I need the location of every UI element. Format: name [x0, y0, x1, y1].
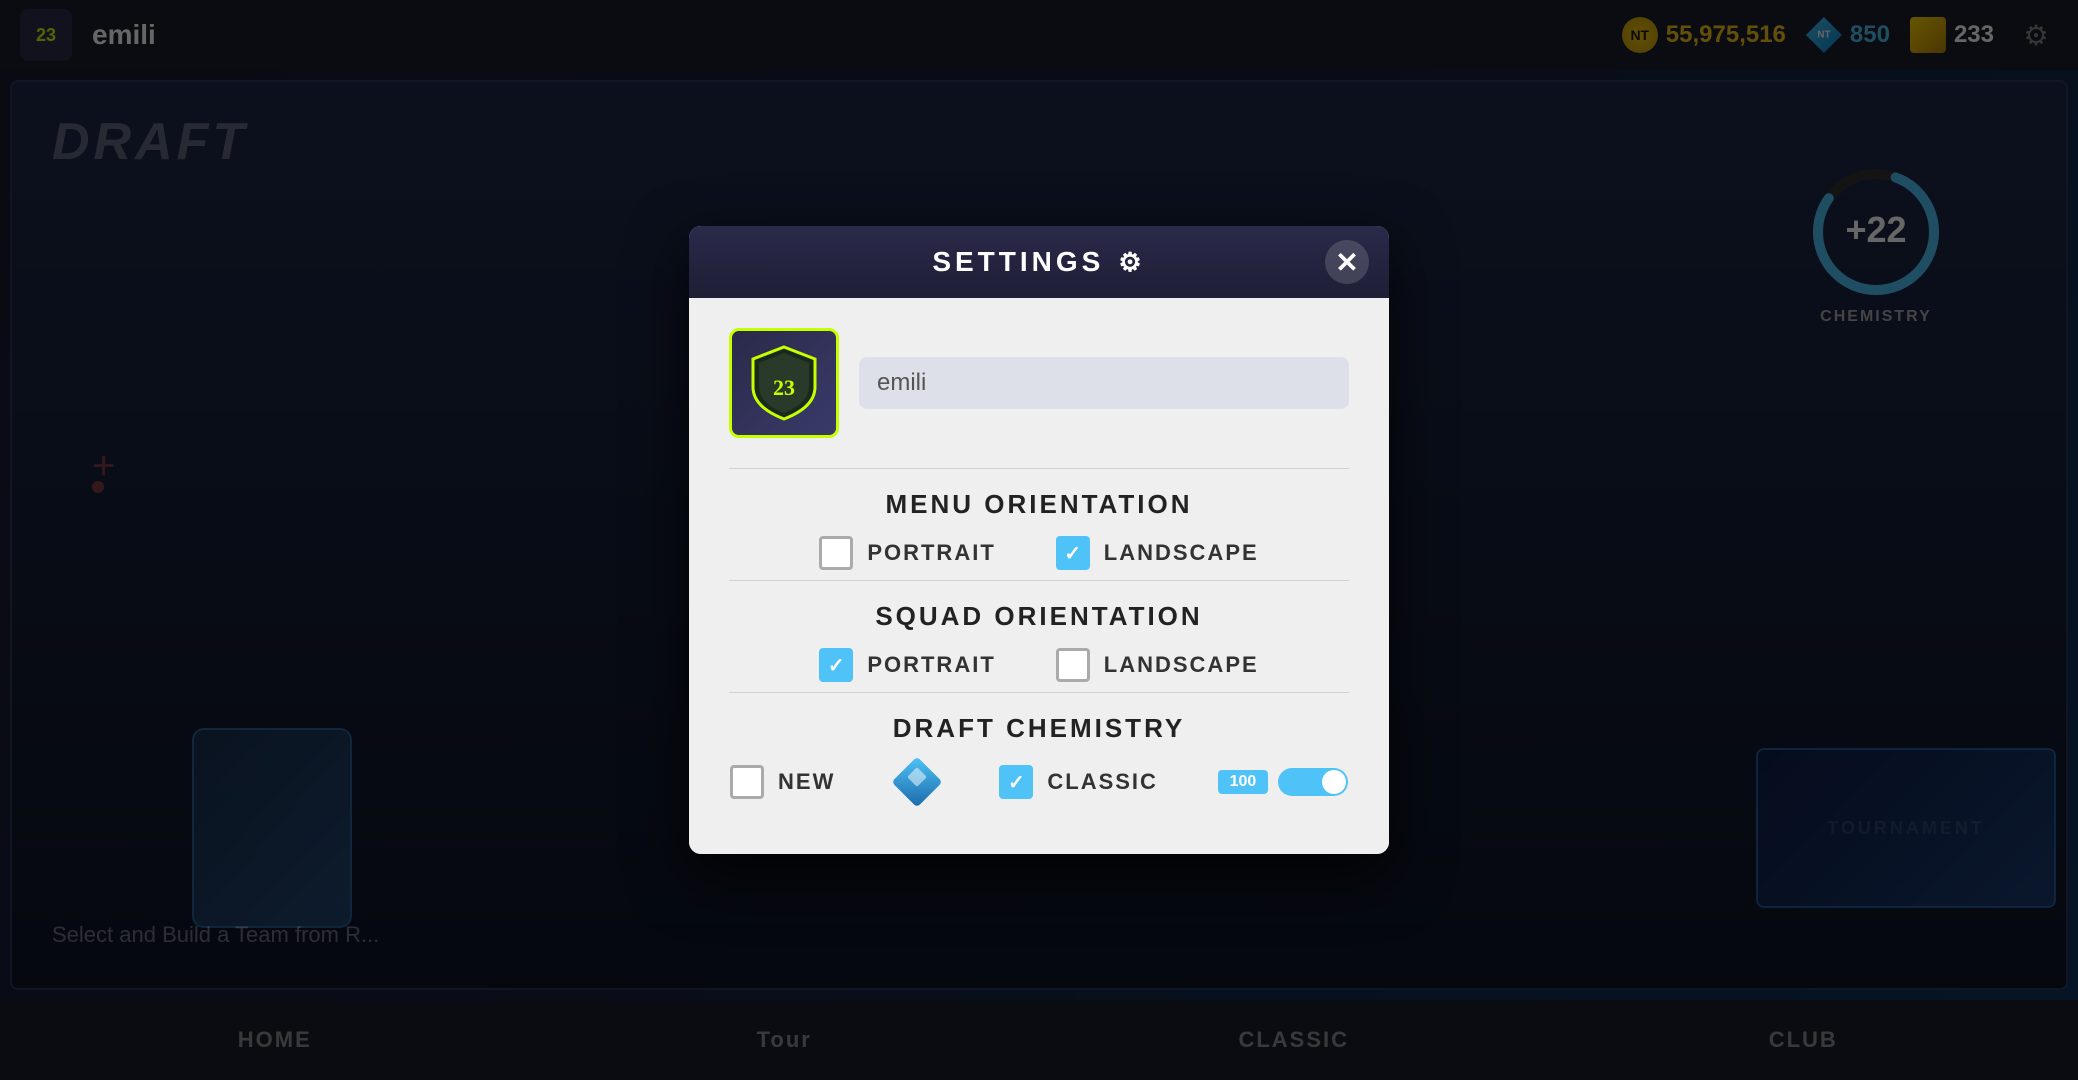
menu-landscape-item: LANDSCAPE	[1056, 536, 1259, 570]
menu-portrait-item: PORTRAIT	[819, 536, 995, 570]
squad-portrait-checkbox[interactable]	[819, 648, 853, 682]
menu-orientation-header: MENU ORIENTATION	[729, 489, 1349, 520]
divider-2	[729, 580, 1349, 581]
squad-portrait-label: PORTRAIT	[867, 652, 995, 678]
menu-orientation-row: PORTRAIT LANDSCAPE	[729, 536, 1349, 570]
avatar-badge: 23	[749, 343, 819, 423]
divider-3	[729, 692, 1349, 693]
modal-close-button[interactable]: ✕	[1325, 240, 1369, 284]
squad-landscape-label: LANDSCAPE	[1104, 652, 1259, 678]
modal-title: SETTINGS ⚙	[932, 246, 1145, 278]
svg-text:23: 23	[773, 375, 795, 400]
menu-portrait-label: PORTRAIT	[867, 540, 995, 566]
menu-landscape-label: LANDSCAPE	[1104, 540, 1259, 566]
squad-orientation-row: PORTRAIT LANDSCAPE	[729, 648, 1349, 682]
menu-portrait-checkbox[interactable]	[819, 536, 853, 570]
shield-icon: 23	[749, 343, 819, 423]
diamond-icon	[895, 760, 939, 804]
draft-new-item: NEW	[730, 765, 835, 799]
menu-landscape-checkbox[interactable]	[1056, 536, 1090, 570]
modal-body: 23 MENU ORIENTATION PORTRAIT LANDSCAPE S…	[689, 298, 1389, 854]
modal-gear-icon: ⚙	[1118, 247, 1145, 278]
draft-chemistry-header: DRAFT CHEMISTRY	[729, 713, 1349, 744]
settings-modal: SETTINGS ⚙ ✕ 23 MENU ORIENTATIO	[689, 226, 1389, 854]
chemistry-toggle[interactable]	[1278, 768, 1348, 796]
chemistry-toggle-container: 100	[1218, 768, 1348, 796]
avatar[interactable]: 23	[729, 328, 839, 438]
toggle-value-badge: 100	[1218, 770, 1268, 794]
divider-1	[729, 468, 1349, 469]
profile-section: 23	[729, 328, 1349, 438]
squad-portrait-item: PORTRAIT	[819, 648, 995, 682]
toggle-thumb	[1322, 770, 1346, 794]
draft-classic-label: CLASSIC	[1047, 769, 1158, 795]
draft-classic-item: CLASSIC	[999, 765, 1158, 799]
draft-classic-checkbox[interactable]	[999, 765, 1033, 799]
username-input[interactable]	[859, 357, 1349, 409]
draft-chemistry-row: NEW CLASSIC 100	[729, 760, 1349, 804]
squad-orientation-header: SQUAD ORIENTATION	[729, 601, 1349, 632]
squad-landscape-item: LANDSCAPE	[1056, 648, 1259, 682]
draft-new-label: NEW	[778, 769, 835, 795]
squad-landscape-checkbox[interactable]	[1056, 648, 1090, 682]
modal-header: SETTINGS ⚙ ✕	[689, 226, 1389, 298]
draft-new-checkbox[interactable]	[730, 765, 764, 799]
